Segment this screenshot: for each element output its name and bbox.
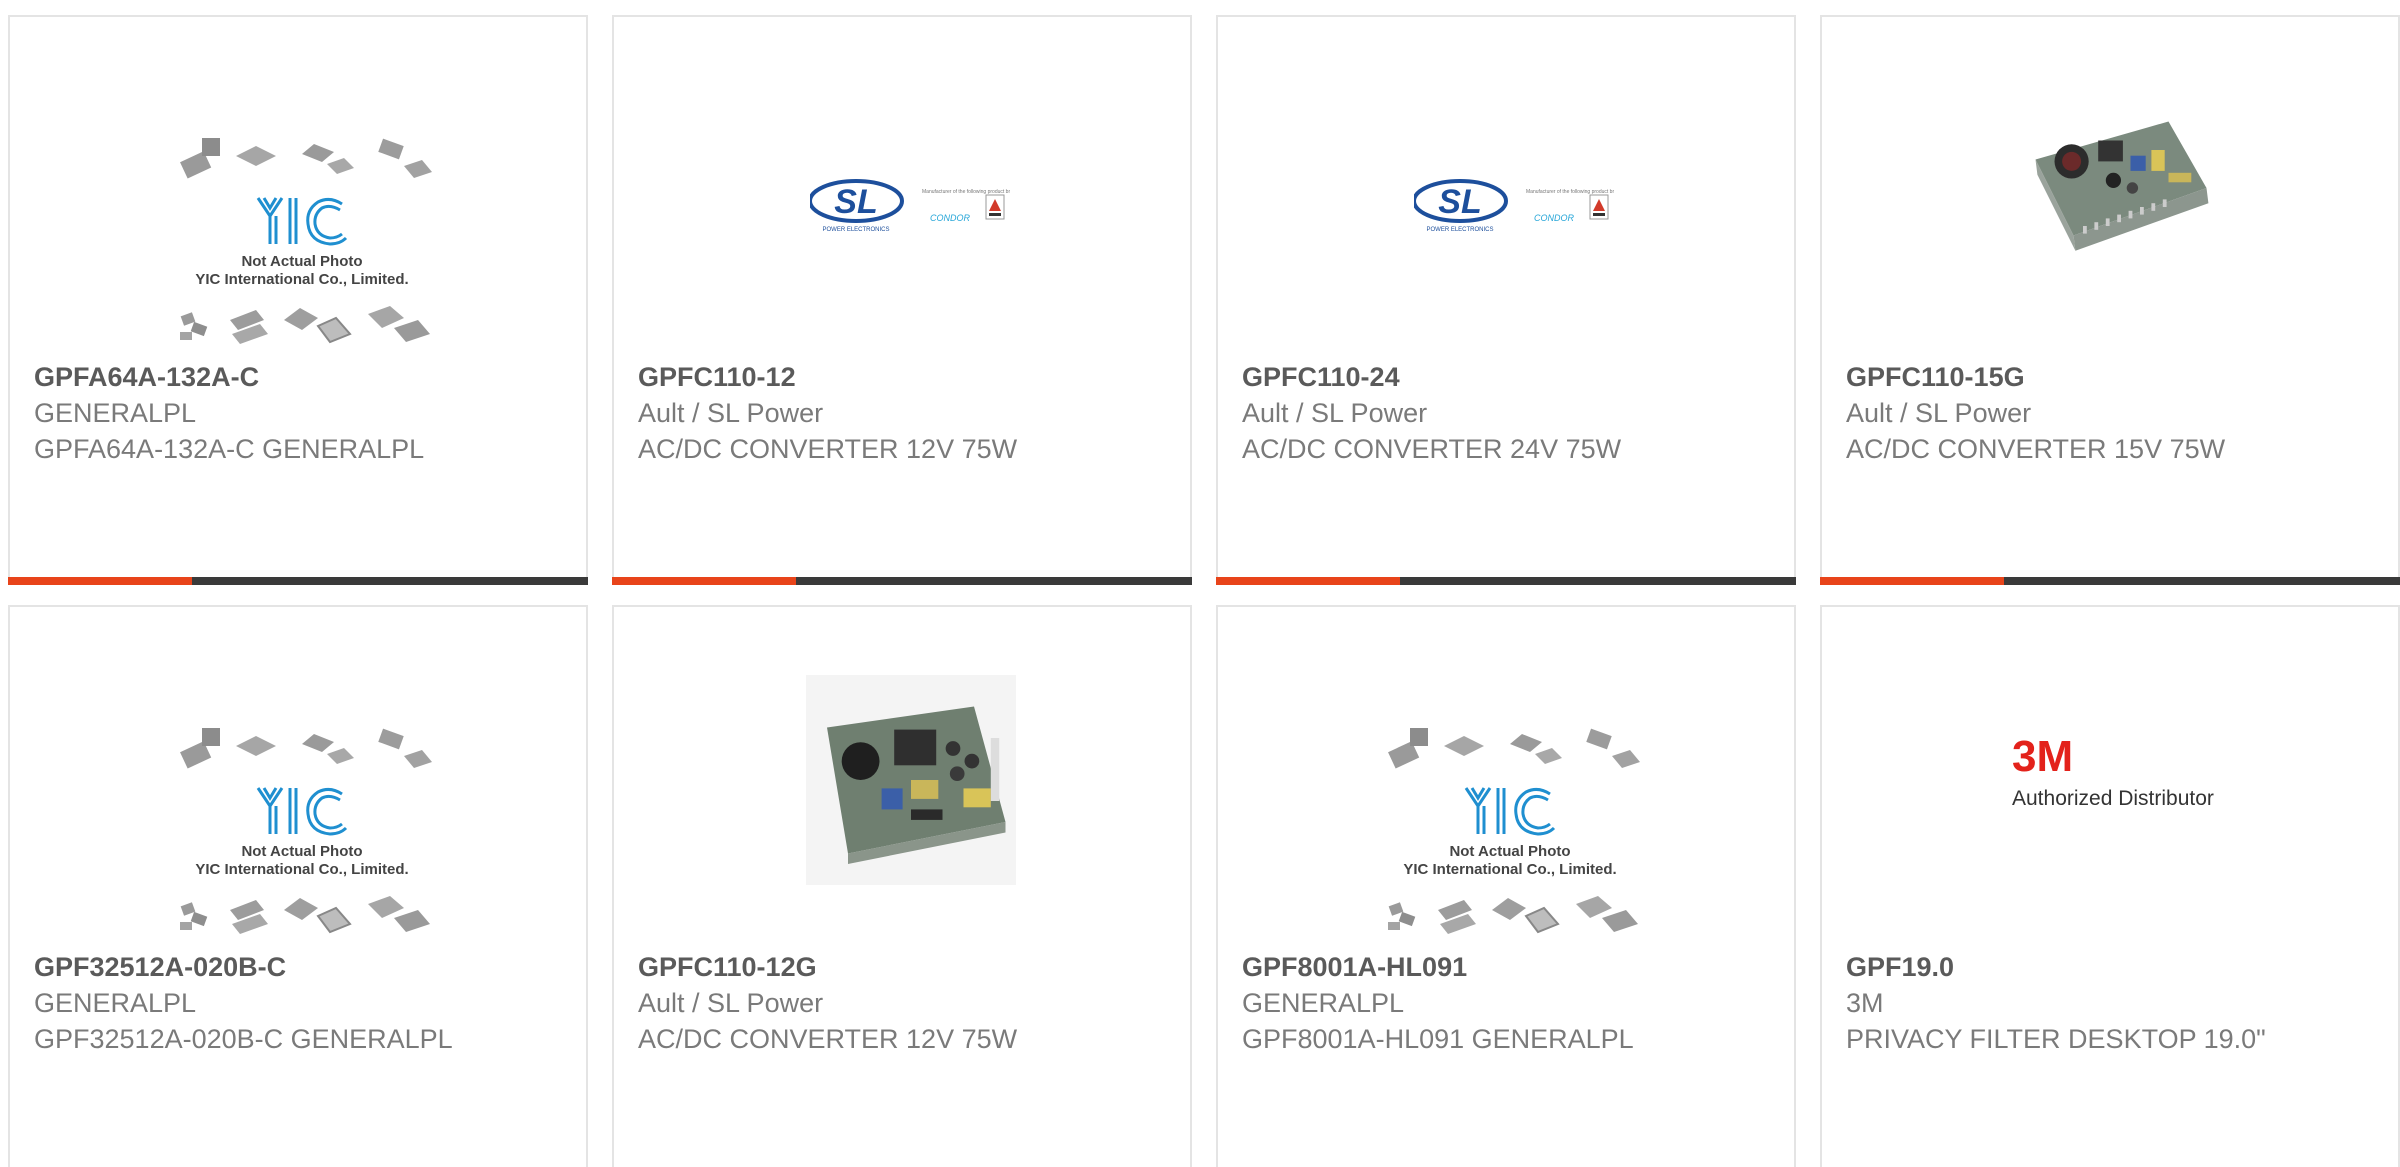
m3-image-icon [2012, 732, 2214, 810]
description: AC/DC CONVERTER 12V 75W [638, 434, 1018, 464]
product-image[interactable] [614, 607, 1190, 947]
card-footer-bar [8, 577, 588, 585]
part-number[interactable]: GPF32512A-020B-C [34, 949, 562, 985]
product-image[interactable] [10, 607, 586, 947]
sl-image-icon [1414, 179, 1614, 235]
yic-image-icon [178, 136, 434, 346]
description: AC/DC CONVERTER 12V 75W [638, 1024, 1018, 1054]
card-footer-bar [1820, 577, 2400, 585]
product-card[interactable]: GPF19.0 3M PRIVACY FILTER DESKTOP 19.0" [1820, 605, 2400, 1167]
product-image[interactable] [1822, 607, 2398, 947]
manufacturer: GENERALPL [34, 398, 197, 428]
product-image[interactable] [614, 17, 1190, 357]
product-card[interactable]: GPF32512A-020B-C GENERALPL GPF32512A-020B-… [8, 605, 588, 1167]
yic-image-icon [178, 726, 434, 936]
product-image[interactable] [1218, 17, 1794, 357]
part-number[interactable]: GPF19.0 [1846, 949, 2374, 985]
sl-image-icon [810, 179, 1010, 235]
manufacturer: 3M [1846, 988, 1884, 1018]
part-number[interactable]: GPFC110-12G [638, 949, 1166, 985]
psu2-image-icon [806, 675, 1016, 885]
product-image[interactable] [1218, 607, 1794, 947]
part-number[interactable]: GPF8001A-HL091 [1242, 949, 1770, 985]
manufacturer: Ault / SL Power [638, 988, 824, 1018]
card-footer-accent [8, 577, 192, 585]
description: AC/DC CONVERTER 15V 75W [1846, 434, 2226, 464]
yic-image-icon [1386, 726, 1642, 936]
product-card[interactable]: GPFC110-15G Ault / SL Power AC/DC CONVERTE… [1820, 15, 2400, 585]
card-footer-bar [1216, 577, 1796, 585]
product-image[interactable] [1822, 17, 2398, 357]
part-number[interactable]: GPFC110-24 [1242, 359, 1770, 395]
description: PRIVACY FILTER DESKTOP 19.0" [1846, 1024, 2266, 1054]
psu-image-icon [2035, 121, 2209, 251]
description: GPF32512A-020B-C GENERALPL [34, 1024, 453, 1054]
description: AC/DC CONVERTER 24V 75W [1242, 434, 1622, 464]
product-image[interactable] [10, 17, 586, 357]
description: GPF8001A-HL091 GENERALPL [1242, 1024, 1634, 1054]
manufacturer: Ault / SL Power [1242, 398, 1428, 428]
product-card[interactable]: GPFC110-12 Ault / SL Power AC/DC CONVERTER… [612, 15, 1192, 585]
manufacturer: Ault / SL Power [638, 398, 824, 428]
part-number[interactable]: GPFC110-15G [1846, 359, 2374, 395]
product-card[interactable]: GPFC110-24 Ault / SL Power AC/DC CONVERTER… [1216, 15, 1796, 585]
manufacturer: Ault / SL Power [1846, 398, 2032, 428]
manufacturer: GENERALPL [1242, 988, 1405, 1018]
card-footer-bar [612, 577, 1192, 585]
product-card[interactable]: GPF8001A-HL091 GENERALPL GPF8001A-HL091 GE… [1216, 605, 1796, 1167]
card-footer-accent [1216, 577, 1400, 585]
card-footer-accent [1820, 577, 2004, 585]
description: GPFA64A-132A-C GENERALPL [34, 434, 425, 464]
part-number[interactable]: GPFC110-12 [638, 359, 1166, 395]
product-card[interactable]: GPFC110-12G Ault / SL Power AC/DC CONVERTE… [612, 605, 1192, 1167]
manufacturer: GENERALPL [34, 988, 197, 1018]
product-card[interactable]: GPFA64A-132A-C GENERALPL GPFA64A-132A-C GE… [8, 15, 588, 585]
part-number[interactable]: GPFA64A-132A-C [34, 359, 562, 395]
card-footer-accent [612, 577, 796, 585]
